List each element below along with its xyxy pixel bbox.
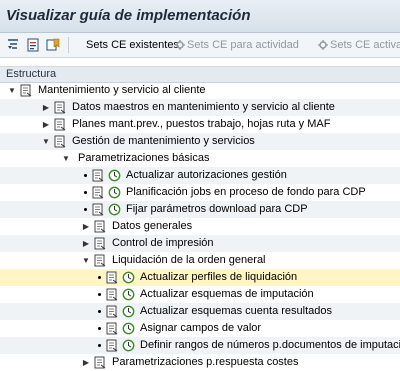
tree-folder-node[interactable]: ▼ Liquidación de la orden general xyxy=(0,252,400,269)
tree-folder-node[interactable]: ▼ Parametrizaciones básicas xyxy=(0,150,400,167)
tree-activity-node[interactable]: Actualizar autorizaciones gestión xyxy=(0,167,400,184)
tree-column-header: Estructura xyxy=(0,66,400,83)
document-icon[interactable] xyxy=(106,339,118,352)
tree-activity-node[interactable]: Definir rangos de números p.documentos d… xyxy=(0,337,400,354)
bullet-icon xyxy=(84,208,87,211)
document-icon[interactable] xyxy=(54,118,66,131)
document-icon[interactable] xyxy=(106,305,118,318)
column-header-label: Estructura xyxy=(6,68,57,80)
document-icon[interactable] xyxy=(106,322,118,335)
sets-ce-para-actividad-label: Sets CE para actividad xyxy=(187,39,299,51)
document-icon[interactable] xyxy=(54,135,66,148)
tree-node-label[interactable]: Actualizar esquemas cuenta resultados xyxy=(140,303,332,320)
bullet-icon xyxy=(84,191,87,194)
application-toolbar: Sets CE existentes Sets CE para activida… xyxy=(0,33,400,58)
document-icon[interactable] xyxy=(20,84,32,97)
execute-clock-icon[interactable] xyxy=(122,339,135,352)
document-icon[interactable] xyxy=(94,356,106,369)
settings-icon xyxy=(318,40,328,50)
document-icon[interactable] xyxy=(92,203,104,216)
bullet-icon xyxy=(98,276,101,279)
tree-folder-node[interactable]: ▶ Datos generales xyxy=(0,218,400,235)
tree-node-label[interactable]: Parametrizaciones p.respuesta costes xyxy=(112,354,298,371)
tree-folder-node[interactable]: ▼ Gestión de mantenimiento y servicios xyxy=(0,133,400,150)
collapsed-triangle-icon[interactable]: ▶ xyxy=(82,239,90,248)
tree-node-label[interactable]: Datos maestros en mantenimiento y servic… xyxy=(72,99,335,116)
tree-node-label[interactable]: Asignar campos de valor xyxy=(140,320,261,337)
tree-node-label[interactable]: Actualizar esquemas de imputación xyxy=(140,286,314,303)
tree-node-label[interactable]: Fijar parámetros download para CDP xyxy=(126,201,308,218)
tree-folder-node[interactable]: ▶ Control de impresión xyxy=(0,235,400,252)
tree-activity-node[interactable]: Actualizar esquemas de imputación xyxy=(0,286,400,303)
settings-icon xyxy=(175,40,185,50)
bullet-icon xyxy=(98,327,101,330)
tree-node-label[interactable]: Liquidación de la orden general xyxy=(112,252,266,269)
collapsed-triangle-icon[interactable]: ▶ xyxy=(42,120,50,129)
tree-node-label[interactable]: Planes mant.prev., puestos trabajo, hoja… xyxy=(72,116,330,133)
document-icon[interactable] xyxy=(54,101,66,114)
execute-clock-icon[interactable] xyxy=(108,186,121,199)
tree-node-label[interactable]: Control de impresión xyxy=(112,235,214,252)
document-icon[interactable] xyxy=(26,37,40,53)
document-icon[interactable] xyxy=(94,254,106,267)
tree-node-label[interactable]: Gestión de mantenimiento y servicios xyxy=(72,133,255,150)
tree-activity-node[interactable]: Planificación jobs en proceso de fondo p… xyxy=(0,184,400,201)
sets-ce-activa-label: Sets CE activa xyxy=(330,39,400,51)
window-title: Visualizar guía de implementación xyxy=(6,7,251,24)
tree-node-label[interactable]: Actualizar perfiles de liquidación xyxy=(140,269,297,286)
execute-clock-icon[interactable] xyxy=(122,288,135,301)
tree-activity-node[interactable]: Actualizar esquemas cuenta resultados xyxy=(0,303,400,320)
tree-node-label[interactable]: Planificación jobs en proceso de fondo p… xyxy=(126,184,366,201)
execute-clock-icon[interactable] xyxy=(122,305,135,318)
expanded-triangle-icon[interactable]: ▼ xyxy=(42,137,50,146)
document-icon[interactable] xyxy=(106,288,118,301)
tree-folder-node[interactable]: ▶ Parametrizaciones p.respuesta costes xyxy=(0,354,400,371)
document-icon[interactable] xyxy=(94,220,106,233)
tree-node-label[interactable]: Definir rangos de números p.documentos d… xyxy=(140,337,400,354)
expanded-triangle-icon[interactable]: ▼ xyxy=(62,154,70,163)
bullet-icon xyxy=(98,293,101,296)
tree-folder-node[interactable]: ▶ Planes mant.prev., puestos trabajo, hoj… xyxy=(0,116,400,133)
expanded-triangle-icon[interactable]: ▼ xyxy=(82,256,90,265)
tree-activity-node[interactable]: Asignar campos de valor xyxy=(0,320,400,337)
collapsed-triangle-icon[interactable]: ▶ xyxy=(82,358,90,367)
collapsed-triangle-icon[interactable]: ▶ xyxy=(82,222,90,231)
collapsed-triangle-icon[interactable]: ▶ xyxy=(42,103,50,112)
tree-folder-node[interactable]: ▶ Datos maestros en mantenimiento y servi… xyxy=(0,99,400,116)
tree-folder-node[interactable]: ▼ Mantenimiento y servicio al cliente xyxy=(0,82,400,99)
bullet-icon xyxy=(98,344,101,347)
bullet-icon xyxy=(84,174,87,177)
execute-clock-icon[interactable] xyxy=(108,169,121,182)
tree-activity-node[interactable]: Actualizar perfiles de liquidación xyxy=(0,269,400,286)
title-bar: Visualizar guía de implementación xyxy=(0,0,400,33)
execute-clock-icon[interactable] xyxy=(122,322,135,335)
tree-activity-node[interactable]: Fijar parámetros download para CDP xyxy=(0,201,400,218)
execute-clock-icon[interactable] xyxy=(122,271,135,284)
tree-node-label[interactable]: Mantenimiento y servicio al cliente xyxy=(38,82,206,99)
toolbar-separator xyxy=(68,37,69,53)
expanded-triangle-icon[interactable]: ▼ xyxy=(8,86,16,95)
bookmark-icon[interactable] xyxy=(46,37,60,53)
structure-expand-icon[interactable] xyxy=(6,37,20,53)
tree-node-label[interactable]: Parametrizaciones básicas xyxy=(78,150,209,167)
document-icon[interactable] xyxy=(92,186,104,199)
implementation-guide-tree: ▼ Mantenimiento y servicio al cliente ▶ Dat… xyxy=(0,82,400,369)
document-icon[interactable] xyxy=(92,169,104,182)
sets-ce-existentes-label: Sets CE existentes xyxy=(86,39,179,51)
document-icon[interactable] xyxy=(106,271,118,284)
document-icon[interactable] xyxy=(94,237,106,250)
sets-ce-existentes-button[interactable]: Sets CE existentes xyxy=(86,37,179,53)
tree-node-label[interactable]: Datos generales xyxy=(112,218,192,235)
bullet-icon xyxy=(98,310,101,313)
execute-clock-icon[interactable] xyxy=(108,203,121,216)
tree-node-label[interactable]: Actualizar autorizaciones gestión xyxy=(126,167,287,184)
